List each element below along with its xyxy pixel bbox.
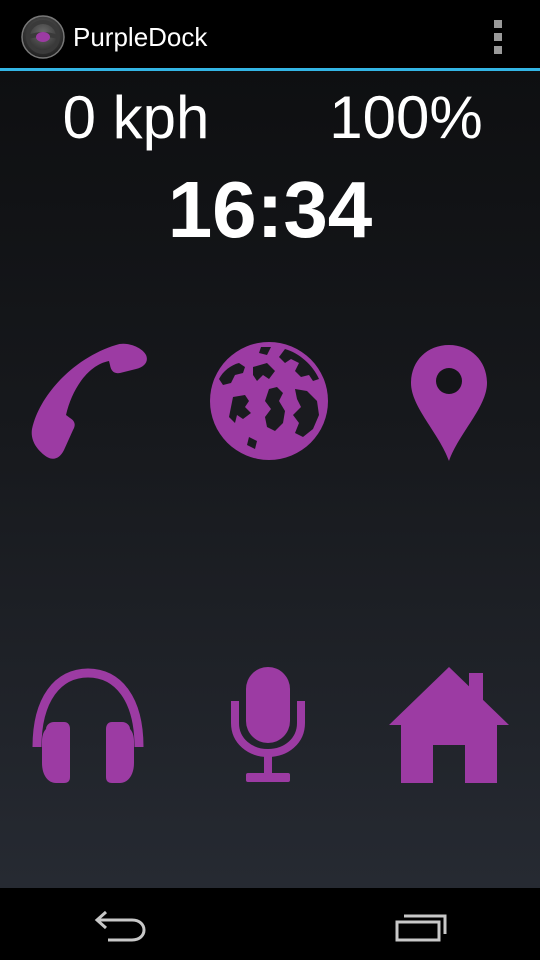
system-nav-bar (0, 888, 540, 960)
browser-button[interactable] (209, 341, 329, 461)
overflow-menu-icon[interactable] (484, 20, 512, 54)
recent-apps-icon[interactable] (392, 904, 452, 944)
steering-wheel-icon[interactable] (21, 15, 65, 59)
overflow-dot (494, 46, 502, 54)
phone-icon (31, 343, 147, 459)
navigation-button[interactable] (389, 341, 509, 461)
dashboard: 0 kph 100% 16:34 (0, 71, 540, 888)
back-icon[interactable] (90, 904, 150, 944)
speed-readout: 0 kph (62, 84, 210, 151)
map-pin-icon (411, 345, 487, 461)
app-root: PurpleDock 0 kph 100% 16:34 (0, 0, 540, 960)
home-icon (389, 667, 509, 783)
globe-icon (210, 342, 328, 460)
phone-button[interactable] (28, 341, 148, 461)
home-button[interactable] (389, 665, 509, 785)
microphone-icon (231, 667, 305, 782)
battery-readout: 100% (329, 84, 483, 151)
headphones-icon (32, 668, 144, 783)
app-title: PurpleDock (73, 22, 208, 52)
voice-button[interactable] (208, 665, 328, 785)
action-bar: PurpleDock (0, 0, 540, 70)
overflow-dot (494, 33, 502, 41)
music-button[interactable] (28, 665, 148, 785)
clock: 16:34 (167, 165, 373, 254)
overflow-dot (494, 20, 502, 28)
